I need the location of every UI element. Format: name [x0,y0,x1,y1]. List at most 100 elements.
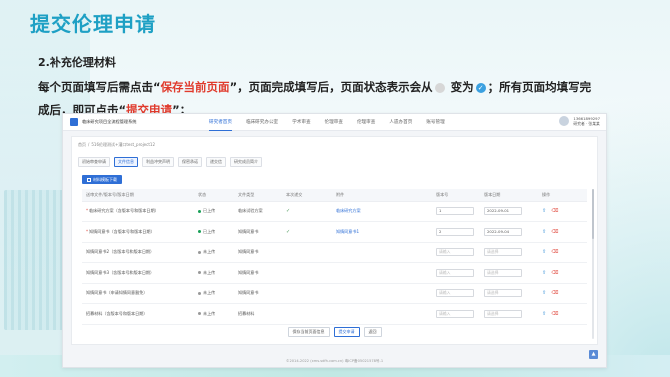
incomplete-status-icon [434,82,445,93]
doc-name-cell: 知情同意书3（含版本号和版本日期） [82,262,194,284]
date-cell: 2022-09-04 [480,221,538,243]
attachment-cell: 临床研究方案 [332,201,432,222]
template-download-button[interactable]: 材料模板下载 [82,175,122,184]
scrollbar-thumb[interactable] [592,189,594,239]
attachment-link[interactable]: 临床研究方案 [336,208,361,213]
table-row: 知情同意书（申请知情同意豁免） 未上传 知情同意书 请输入 请选择 ⇪ ⌫ [82,283,587,304]
version-input[interactable]: 请输入 [436,289,474,298]
delete-icon[interactable]: ⌫ [551,311,558,317]
back-to-top-icon[interactable]: ▲ [589,350,598,359]
tab-item[interactable]: 初始审查申请 [78,157,110,167]
para-text: 每个页面填写后需点击“ [38,80,161,94]
doc-name-cell: *临床研究方案（含版本号和版本日期） [82,201,194,222]
date-cell: 请选择 [480,262,538,284]
version-input[interactable]: 请输入 [436,309,474,318]
nav-item[interactable]: 伦理审查 [325,114,343,131]
ops-cell: ⇪ ⌫ [538,221,587,243]
ops-cell: ⇪ ⌫ [538,303,587,325]
upload-icon[interactable]: ⇪ [542,249,546,255]
nav-item[interactable]: 临床研究办公室 [246,114,278,131]
column-header: 版本号 [432,189,480,202]
delete-icon[interactable]: ⌫ [551,208,558,214]
user-menu[interactable]: 13661899297 研究者 · 张某某 [559,116,600,126]
highlight-save: 保存当前页面 [160,80,230,94]
nav-item[interactable]: 人遗办首页 [389,114,412,131]
date-picker[interactable]: 请选择 [484,289,522,298]
attachment-cell: 知情同意书1 [332,221,432,243]
ops-cell: ⇪ ⌫ [538,262,587,284]
version-input[interactable]: 请输入 [436,268,474,277]
para-text: 变为 [450,80,474,94]
table-scrollbar[interactable] [592,189,594,339]
delete-icon[interactable]: ⌫ [551,229,558,235]
nav-item[interactable]: 学术审查 [292,114,310,131]
version-cell: 请输入 [432,242,480,263]
attachment-link[interactable]: 知情同意书1 [336,229,359,234]
version-cell: 请输入 [432,303,480,325]
upload-icon[interactable]: ⇪ [542,208,546,214]
breadcrumb-home[interactable]: 首页 [78,142,86,147]
date-cell: 请选择 [480,283,538,304]
status-text: 未上传 [203,269,216,275]
status-dot-icon [198,250,201,254]
attachment-cell [332,242,432,263]
nav-item[interactable]: 研究者首页 [209,114,232,131]
table-row: *临床研究方案（含版本号和版本日期） 已上传 临床试验方案 ✓ 临床研究方案 1 2022-… [82,201,587,222]
version-input[interactable]: 1 [436,207,474,216]
tab-item[interactable]: 研究成员简介 [230,157,262,167]
date-picker[interactable]: 请选择 [484,248,522,257]
status-dot-icon [198,291,201,295]
complete-check-icon: ✓ [475,82,486,93]
form-tabs: 初始审查申请 文件信息 利益冲突声明 保密承诺 递交信 研究成员简介 [78,157,266,167]
delete-icon[interactable]: ⌫ [551,249,558,255]
status-text: 已上传 [203,208,216,214]
delete-icon[interactable]: ⌫ [551,290,558,296]
date-picker[interactable]: 2022-09-01 [484,207,522,216]
tab-item[interactable]: 保密承诺 [178,157,202,167]
breadcrumb: 首页/516伦理测试+灌口test_project12 [78,142,155,148]
upload-icon[interactable]: ⇪ [542,270,546,276]
status-dot-icon [198,230,201,234]
back-button[interactable]: 返回 [363,327,382,337]
save-page-button[interactable]: 保存当前页面信息 [287,327,330,337]
ops-cell: ⇪ ⌫ [538,283,587,304]
delete-icon[interactable]: ⌫ [551,270,558,276]
ops-cell: ⇪ ⌫ [538,242,587,263]
download-icon [87,177,91,182]
para-text: ”，页面完成填写后，页面状态表示会从 [229,80,433,94]
tab-item[interactable]: 文件信息 [114,157,138,167]
submit-application-button[interactable]: 提交申请 [333,327,360,337]
doc-name: 知情同意书3（含版本号和版本日期） [86,269,155,275]
date-picker[interactable]: 请选择 [484,268,522,277]
doc-type-cell: 招募材料 [234,303,282,325]
ops-cell: ⇪ ⌫ [538,201,587,222]
table-row: 招募材料（含版本号和版本日期） 未上传 招募材料 请输入 请选择 ⇪ ⌫ [82,303,587,325]
date-picker[interactable]: 2022-09-04 [484,227,522,236]
app-screenshot: 临床研究项目全流程管理系统 研究者首页 临床研究办公室 学术审查 伦理审查 伦理审查 人遗… [62,113,607,368]
version-input[interactable]: 请输入 [436,248,474,257]
doc-type-cell: 知情同意书 [234,242,282,263]
date-cell: 请选择 [480,242,538,263]
nav-item[interactable]: 账号管理 [426,114,444,131]
upload-icon[interactable]: ⇪ [542,311,546,317]
breadcrumb-project: 516伦理测试+灌口test_project12 [91,142,155,147]
tab-item[interactable]: 递交信 [206,157,226,167]
status-dot-icon [198,209,201,213]
upload-icon[interactable]: ⇪ [542,229,546,235]
bottom-actions: 保存当前页面信息 提交申请 返回 [72,327,597,337]
status-dot-icon [198,312,201,316]
status-cell: 未上传 [194,262,234,284]
tab-item[interactable]: 利益冲突声明 [142,157,174,167]
breadcrumb-separator: / [88,142,90,147]
version-input[interactable]: 2 [436,227,474,236]
status-cell: 已上传 [194,221,234,243]
submit-cell [282,242,332,263]
submit-check-icon: ✓ [286,228,291,235]
nav-item[interactable]: 伦理审查 [357,114,375,131]
doc-type-cell: 临床试验方案 [234,201,282,222]
avatar[interactable] [559,116,570,126]
table-body: *临床研究方案（含版本号和版本日期） 已上传 临床试验方案 ✓ 临床研究方案 1 2022-… [82,201,587,325]
date-picker[interactable]: 请选择 [484,309,522,318]
upload-icon[interactable]: ⇪ [542,290,546,296]
user-role: 研究者 · 张某某 [573,121,600,126]
